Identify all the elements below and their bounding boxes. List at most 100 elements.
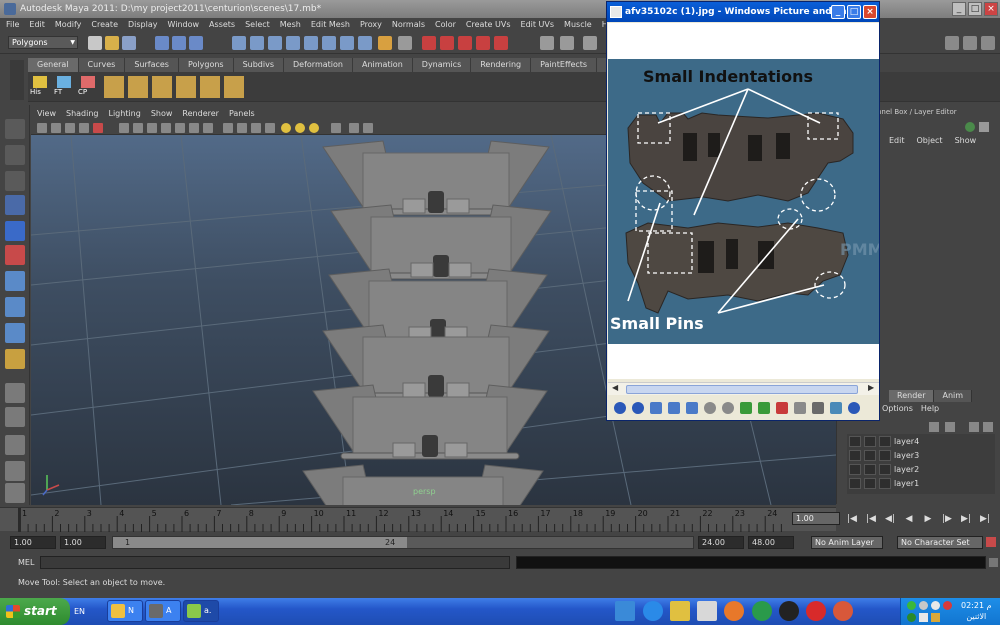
notepad-icon[interactable] xyxy=(697,601,717,621)
layer-visibility-toggle[interactable] xyxy=(849,435,861,447)
anim-layer-select[interactable]: No Anim Layer xyxy=(811,536,883,549)
shelf-tab-animation[interactable]: Animation xyxy=(352,58,413,72)
resolution-gate-icon[interactable] xyxy=(147,123,157,133)
taskbar-item-viewer[interactable]: a. xyxy=(183,600,219,622)
shelf-tab-deformation[interactable]: Deformation xyxy=(284,58,353,72)
history-icon[interactable] xyxy=(322,36,336,50)
layer-color-swatch[interactable] xyxy=(879,477,891,489)
character-set-select[interactable]: No Character Set xyxy=(897,536,983,549)
tray-messenger-icon[interactable] xyxy=(931,601,940,610)
menu-assets[interactable]: Assets xyxy=(209,18,235,32)
layout-outliner-icon[interactable] xyxy=(5,461,25,481)
previous-image-icon[interactable] xyxy=(614,402,626,414)
slideshow-icon[interactable] xyxy=(686,402,698,414)
layer-color-swatch[interactable] xyxy=(879,463,891,475)
layer-visibility-toggle[interactable] xyxy=(849,477,861,489)
viewer-maximize-button[interactable]: □ xyxy=(847,5,861,19)
all-lights-icon[interactable] xyxy=(295,123,305,133)
shelf-tab-painteffects[interactable]: PaintEffects xyxy=(531,58,598,72)
bookmark-icon[interactable] xyxy=(65,123,75,133)
layer-visibility-toggle[interactable] xyxy=(864,449,876,461)
gate-mask-icon[interactable] xyxy=(161,123,171,133)
auto-key-icon[interactable] xyxy=(986,537,996,547)
shelf-tab-dynamics[interactable]: Dynamics xyxy=(412,58,472,72)
step-forward-icon[interactable]: |▶ xyxy=(940,513,954,525)
shelf-poly-torus-icon[interactable] xyxy=(200,76,220,98)
hypershade-icon[interactable] xyxy=(494,36,508,50)
shelf-tab-subdivs[interactable]: Subdivs xyxy=(233,58,285,72)
clock[interactable]: 02:21 م الاثنين xyxy=(961,600,992,622)
close-button[interactable]: × xyxy=(984,2,998,16)
lock-icon[interactable] xyxy=(378,36,392,50)
render-frame-icon[interactable] xyxy=(440,36,454,50)
safe-action-icon[interactable] xyxy=(189,123,199,133)
layer-row[interactable]: layer1 xyxy=(847,476,995,490)
layer-up-icon[interactable] xyxy=(969,422,979,432)
copy-icon[interactable] xyxy=(812,402,824,414)
app-icon[interactable] xyxy=(833,601,853,621)
channel-menu-object[interactable]: Object xyxy=(917,136,943,145)
menu-proxy[interactable]: Proxy xyxy=(360,18,382,32)
wireframe-on-shaded-icon[interactable] xyxy=(251,123,261,133)
last-tool-icon[interactable] xyxy=(5,323,25,343)
zoom-in-icon[interactable] xyxy=(704,402,716,414)
layout-single-icon[interactable] xyxy=(5,383,25,403)
layer-down-icon[interactable] xyxy=(983,422,993,432)
kmplayer-icon[interactable] xyxy=(779,601,799,621)
rotate-tool-icon[interactable] xyxy=(5,221,25,241)
maximize-button[interactable]: □ xyxy=(968,2,982,16)
step-back-key-icon[interactable]: |◀ xyxy=(864,513,878,525)
show-manip-icon[interactable] xyxy=(5,349,25,369)
taskbar-item-a[interactable]: A xyxy=(145,600,181,622)
tray-update-icon[interactable] xyxy=(907,613,916,622)
current-time-marker[interactable] xyxy=(18,508,21,532)
time-slider[interactable]: 1 2 3 4 5 6 7 8 9 10 11 12 13 14 15 16 17 18 19 20 21 22 23 24 xyxy=(0,507,836,532)
open-with-icon[interactable] xyxy=(830,402,842,414)
layer-visibility-toggle[interactable] xyxy=(849,463,861,475)
new-layer-selected-icon[interactable] xyxy=(945,422,955,432)
live-surface-icon[interactable] xyxy=(304,36,318,50)
grease-pencil-icon[interactable] xyxy=(93,123,103,133)
shelf-poly-sphere-icon[interactable] xyxy=(104,76,124,98)
menu-set-select[interactable]: Polygons xyxy=(8,36,78,49)
safe-title-icon[interactable] xyxy=(203,123,213,133)
play-backward-icon[interactable]: ◀ xyxy=(902,513,916,525)
shelf-tab-curves[interactable]: Curves xyxy=(78,58,126,72)
start-button[interactable]: start xyxy=(0,598,70,625)
shelf-cp[interactable]: CP xyxy=(78,76,98,98)
actual-size-icon[interactable] xyxy=(668,402,680,414)
rotate-counterclockwise-icon[interactable] xyxy=(758,402,770,414)
channel-key-icon[interactable] xyxy=(979,122,989,132)
menu-edit-uvs[interactable]: Edit UVs xyxy=(521,18,555,32)
zoom-out-icon[interactable] xyxy=(722,402,734,414)
render-settings-icon[interactable] xyxy=(476,36,490,50)
paint-select-icon[interactable] xyxy=(5,171,25,191)
panel-menu-panels[interactable]: Panels xyxy=(229,107,255,121)
textured-icon[interactable] xyxy=(265,123,275,133)
shelf-tab-general[interactable]: General xyxy=(28,58,79,72)
display-icon[interactable] xyxy=(398,36,412,50)
shelf-his[interactable]: His xyxy=(30,76,50,98)
channel-menu-edit[interactable]: Edit xyxy=(889,136,905,145)
soft-mod-icon[interactable] xyxy=(5,297,25,317)
channel-lock-icon[interactable] xyxy=(965,122,975,132)
layer-row[interactable]: layer2 xyxy=(847,462,995,476)
render-view-icon[interactable] xyxy=(422,36,436,50)
menu-edit[interactable]: Edit xyxy=(29,18,45,32)
step-forward-key-icon[interactable]: ▶| xyxy=(959,513,973,525)
channel-box-icon[interactable] xyxy=(583,36,597,50)
playback-end-field[interactable]: 24.00 xyxy=(698,536,744,549)
default-light-icon[interactable] xyxy=(281,123,291,133)
select-object-icon[interactable] xyxy=(172,36,186,50)
layer-visibility-toggle[interactable] xyxy=(864,477,876,489)
step-back-icon[interactable]: ◀| xyxy=(883,513,897,525)
layer-visibility-toggle[interactable] xyxy=(864,463,876,475)
lasso-tool-icon[interactable] xyxy=(5,145,25,165)
mel-input[interactable] xyxy=(40,556,510,569)
shelf-poly-plane-icon[interactable] xyxy=(176,76,196,98)
tray-volume-icon[interactable] xyxy=(919,601,928,610)
menu-select[interactable]: Select xyxy=(245,18,270,32)
smooth-shade-icon[interactable] xyxy=(237,123,247,133)
panel-menu-view[interactable]: View xyxy=(37,107,56,121)
internet-explorer-icon[interactable] xyxy=(643,601,663,621)
